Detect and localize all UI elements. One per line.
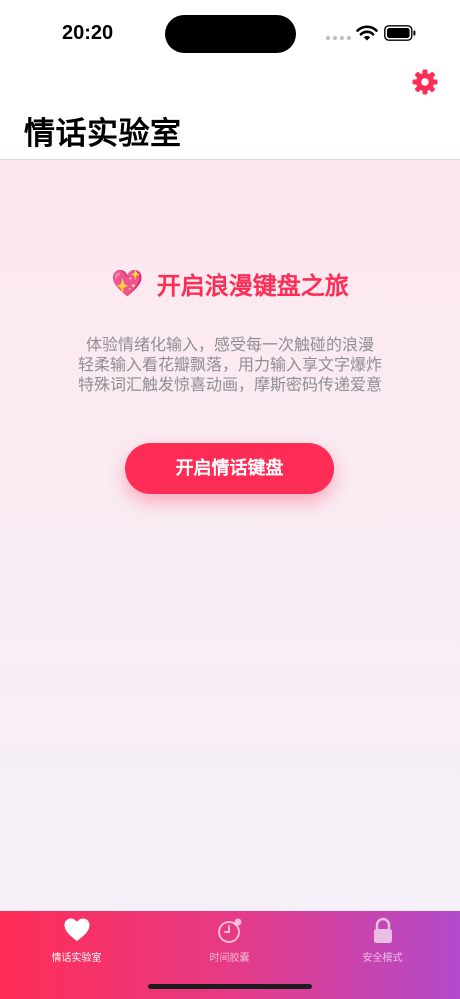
lock-icon <box>373 917 392 943</box>
tab-love-lab[interactable]: 情话实验室 <box>0 911 153 981</box>
open-keyboard-button[interactable]: 开启情话键盘 <box>125 443 334 494</box>
welcome-heading-text: 开启浪漫键盘之旅 <box>156 272 349 300</box>
tab-time-capsule[interactable]: 时间胶囊 <box>153 911 306 981</box>
tab-safe-mode[interactable]: 安全模式 <box>306 911 459 981</box>
tab-label: 安全模式 <box>362 953 403 964</box>
status-time: 20:20 <box>62 22 114 44</box>
dynamic-island <box>165 15 296 53</box>
tab-label: 情话实验室 <box>51 953 102 964</box>
home-indicator <box>148 984 312 989</box>
cellular-signal-icon <box>326 34 352 40</box>
battery-icon <box>384 25 416 41</box>
wifi-icon <box>356 25 378 41</box>
tab-label: 时间胶囊 <box>209 953 250 964</box>
page-title: 情话实验室 <box>24 116 182 152</box>
clock-icon <box>217 918 241 943</box>
description-line: 特殊词汇触发惊喜动画，摩斯密码传递爱意 <box>77 375 382 394</box>
gear-icon[interactable] <box>411 68 439 96</box>
heart-icon <box>64 918 89 941</box>
status-bar: 20:20 <box>0 0 460 64</box>
welcome-heading: 💖 开启浪漫键盘之旅 <box>0 266 460 301</box>
sparkling-heart-icon: 💖 <box>111 268 144 299</box>
